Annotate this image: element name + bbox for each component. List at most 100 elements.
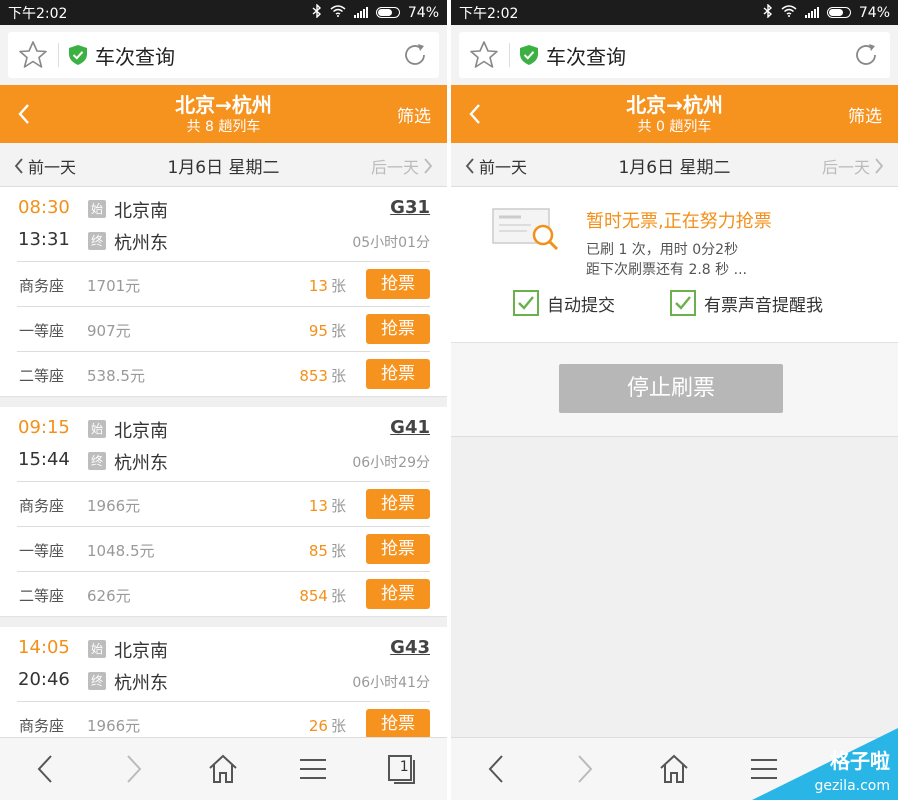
battery-percent: 74% — [407, 4, 439, 21]
page-title: 车次查询 — [546, 44, 626, 69]
departure-time: 14:05 — [18, 637, 70, 658]
route-title: 北京→杭州 — [175, 93, 272, 117]
star-icon[interactable] — [18, 40, 52, 70]
status-time: 下午2:02 — [8, 5, 68, 22]
seat-row: 二等座 626元 854 张 抢票 — [17, 571, 430, 616]
browser-bottom-nav: 1 — [0, 737, 447, 800]
grab-ticket-button[interactable]: 抢票 — [366, 709, 430, 739]
seat-count: 13 — [308, 497, 328, 515]
tab-count: 1 — [399, 759, 409, 775]
left-screen: 下午2:02 74% 车次查询 北京→杭州 共 8 趟列车 筛选 前一天 1月6… — [0, 0, 447, 800]
reload-icon[interactable] — [852, 41, 880, 69]
train-list: 08:30 13:31 始 终 北京南 杭州东 G31 05小时01分 商务座 … — [0, 187, 447, 747]
nav-forward-icon[interactable] — [565, 749, 605, 789]
checkbox-checked-icon — [670, 290, 696, 316]
stop-area: 停止刷票 — [451, 343, 898, 437]
signal-icon — [353, 7, 368, 18]
departure-station: 北京南 — [114, 201, 168, 222]
gezila-watermark: 格子啦 gezila.com — [752, 728, 898, 800]
date-bar: 前一天 1月6日 星期二 后一天 — [0, 143, 447, 187]
train-number[interactable]: G43 — [390, 637, 430, 658]
stop-refresh-button[interactable]: 停止刷票 — [559, 364, 783, 413]
grab-ticket-button[interactable]: 抢票 — [366, 269, 430, 299]
status-bar: 下午2:02 74% — [451, 0, 898, 25]
seat-class: 商务座 — [19, 497, 65, 515]
reload-icon[interactable] — [401, 41, 429, 69]
filter-button[interactable]: 筛选 — [848, 102, 882, 127]
end-badge: 终 — [88, 672, 106, 690]
right-screen: 下午2:02 74% 车次查询 北京→杭州 共 0 趟列车 筛选 前一天 1月6… — [451, 0, 898, 800]
next-day-button[interactable]: 后一天 — [371, 154, 433, 178]
seat-count: 13 — [308, 277, 328, 295]
departure-time: 09:15 — [18, 417, 70, 438]
star-icon[interactable] — [469, 40, 503, 70]
page-title: 车次查询 — [95, 44, 175, 69]
bluetooth-icon — [763, 2, 773, 22]
start-badge: 始 — [88, 420, 106, 438]
battery-icon — [375, 7, 400, 18]
address-bar[interactable]: 车次查询 — [8, 32, 439, 78]
grab-ticket-button[interactable]: 抢票 — [366, 314, 430, 344]
seat-count: 85 — [308, 542, 328, 560]
seat-count: 854 — [299, 587, 328, 605]
duration: 05小时01分 — [352, 235, 430, 251]
seat-price: 1966元 — [87, 717, 141, 735]
train-count: 共 0 趟列车 — [637, 119, 712, 135]
route-header: 北京→杭州 共 8 趟列车 筛选 — [0, 85, 447, 143]
grab-ticket-button[interactable]: 抢票 — [366, 489, 430, 519]
seat-class: 二等座 — [19, 367, 65, 385]
arrival-station: 杭州东 — [114, 453, 168, 474]
train-count: 共 8 趟列车 — [186, 119, 261, 135]
train-number[interactable]: G31 — [390, 197, 430, 218]
duration: 06小时29分 — [352, 455, 430, 471]
watermark-cn: 格子啦 — [830, 749, 890, 773]
sound-alert-checkbox[interactable]: 有票声音提醒我 — [670, 290, 823, 316]
nav-back-icon[interactable] — [25, 749, 65, 789]
ticket-search-icon — [491, 203, 561, 253]
grab-ticket-button[interactable]: 抢票 — [366, 534, 430, 564]
duration: 06小时41分 — [352, 675, 430, 691]
end-badge: 终 — [88, 452, 106, 470]
seat-class: 商务座 — [19, 277, 65, 295]
seat-row: 二等座 538.5元 853 张 抢票 — [17, 351, 430, 396]
departure-time: 08:30 — [18, 197, 70, 218]
filter-button[interactable]: 筛选 — [397, 102, 431, 127]
menu-icon[interactable] — [293, 749, 333, 789]
grab-status-panel: 暂时无票,正在努力抢票 已刷 1 次，用时 0分2秒 距下次刷票还有 2.8 秒… — [451, 187, 898, 343]
tabs-icon[interactable]: 1 — [382, 749, 422, 789]
train-card[interactable]: 09:15 15:44 始 终 北京南 杭州东 G41 06小时29分 商务座 … — [0, 407, 447, 617]
bluetooth-icon — [312, 2, 322, 22]
nav-forward-icon[interactable] — [114, 749, 154, 789]
checkbox-checked-icon — [513, 290, 539, 316]
chevron-right-icon — [875, 158, 884, 174]
route-title: 北京→杭州 — [626, 93, 723, 117]
battery-icon — [826, 7, 851, 18]
train-number[interactable]: G41 — [390, 417, 430, 438]
seat-price: 1048.5元 — [87, 542, 155, 560]
seat-row: 商务座 1966元 13 张 抢票 — [17, 481, 430, 526]
browser-bar: 车次查询 — [0, 25, 447, 85]
grab-ticket-button[interactable]: 抢票 — [366, 359, 430, 389]
shield-icon — [518, 44, 540, 66]
seat-row: 商务座 1701元 13 张 抢票 — [17, 261, 430, 306]
train-card[interactable]: 08:30 13:31 始 终 北京南 杭州东 G31 05小时01分 商务座 … — [0, 187, 447, 397]
seat-price: 1966元 — [87, 497, 141, 515]
auto-submit-checkbox[interactable]: 自动提交 — [513, 290, 615, 316]
chevron-right-icon — [424, 158, 433, 174]
route-header: 北京→杭州 共 0 趟列车 筛选 — [451, 85, 898, 143]
home-icon[interactable] — [654, 749, 694, 789]
end-badge: 终 — [88, 232, 106, 250]
next-day-button[interactable]: 后一天 — [822, 154, 884, 178]
seat-class: 一等座 — [19, 542, 65, 560]
grab-ticket-button[interactable]: 抢票 — [366, 579, 430, 609]
status-time: 下午2:02 — [459, 5, 519, 22]
battery-percent: 74% — [858, 4, 890, 21]
address-bar[interactable]: 车次查询 — [459, 32, 890, 78]
home-icon[interactable] — [203, 749, 243, 789]
sound-alert-label: 有票声音提醒我 — [704, 295, 823, 316]
nav-back-icon[interactable] — [476, 749, 516, 789]
seat-row: 一等座 907元 95 张 抢票 — [17, 306, 430, 351]
arrival-time: 13:31 — [18, 229, 70, 250]
train-card[interactable]: 14:05 20:46 始 终 北京南 杭州东 G43 06小时41分 商务座 … — [0, 627, 447, 747]
arrival-station: 杭州东 — [114, 673, 168, 694]
